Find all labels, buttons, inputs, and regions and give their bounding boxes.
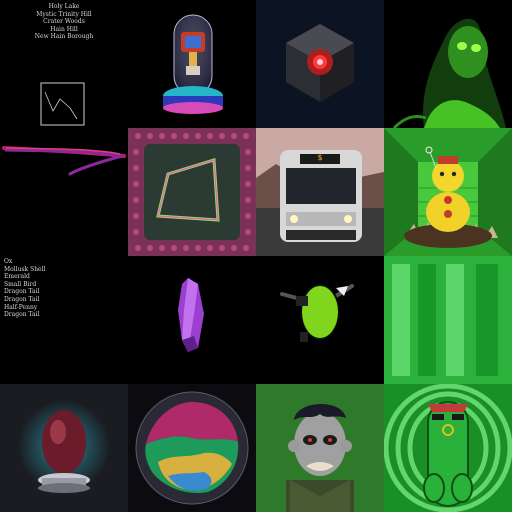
gallery-tile-robot-dome[interactable] xyxy=(128,0,256,128)
gallery-tile-green-face[interactable] xyxy=(384,0,512,128)
green-particle-face-icon xyxy=(392,18,506,128)
trait-name: Mollusk Shell xyxy=(4,265,46,273)
gallery-tile-neon-frame[interactable] xyxy=(128,128,256,256)
gallery-tile-ape-portrait[interactable] xyxy=(256,384,384,512)
neon-brush-stroke-icon xyxy=(2,146,126,176)
robot-in-glass-dome-icon xyxy=(163,14,223,114)
neon-frame-on-tiles-icon xyxy=(128,128,256,256)
gallery-tile-cube[interactable] xyxy=(256,0,384,128)
gallery-tile-green-egg[interactable] xyxy=(256,256,384,384)
gallery-tile-brush-stroke[interactable] xyxy=(0,128,128,256)
trait-name: Dragon Tail xyxy=(4,288,40,296)
trait-name: Dragon Tail xyxy=(4,295,40,303)
gallery-tile-idol[interactable] xyxy=(384,128,512,256)
gallery-tile-green-stripes[interactable] xyxy=(384,256,512,384)
gallery-tile-pickle[interactable] xyxy=(384,384,512,512)
gallery-tile-crystal[interactable] xyxy=(128,256,256,384)
purple-crystal-icon xyxy=(178,278,204,352)
city-bus-icon xyxy=(256,128,384,256)
bus-sign: $ xyxy=(317,153,323,162)
green-egg-with-arms-icon xyxy=(280,284,354,342)
dragon-egg-on-pedestal-icon xyxy=(18,400,110,493)
gallery-tile-dragon-egg[interactable] xyxy=(0,384,128,512)
gallery-tile-fuzzy-sphere[interactable] xyxy=(128,384,256,512)
trait-name: Half-Penny xyxy=(4,303,38,311)
green-pickle-character-icon xyxy=(384,384,512,512)
gallery-tile-bus[interactable]: $ xyxy=(256,128,384,256)
trait-name: Emerald xyxy=(4,273,30,281)
trait-name: Dragon Tail xyxy=(4,311,40,319)
glowing-cube-icon xyxy=(286,24,354,102)
trait-name: Ox xyxy=(4,258,13,265)
gallery-tile-map[interactable]: Holy Lake Mystic Trinity Hill Crater Woo… xyxy=(0,0,128,128)
fuzzy-planet-sphere-icon xyxy=(135,391,249,505)
map-icon xyxy=(40,82,85,126)
green-stripes-icon xyxy=(384,256,512,384)
nft-gallery-grid: Holy Lake Mystic Trinity Hill Crater Woo… xyxy=(0,0,512,512)
ape-portrait-icon xyxy=(256,384,384,512)
trait-name-list: Ox Mollusk Shell Emerald Small Bird Drag… xyxy=(4,258,45,319)
golden-idol-on-stairs-icon xyxy=(384,128,512,256)
trait-name: Small Bird xyxy=(4,280,37,288)
